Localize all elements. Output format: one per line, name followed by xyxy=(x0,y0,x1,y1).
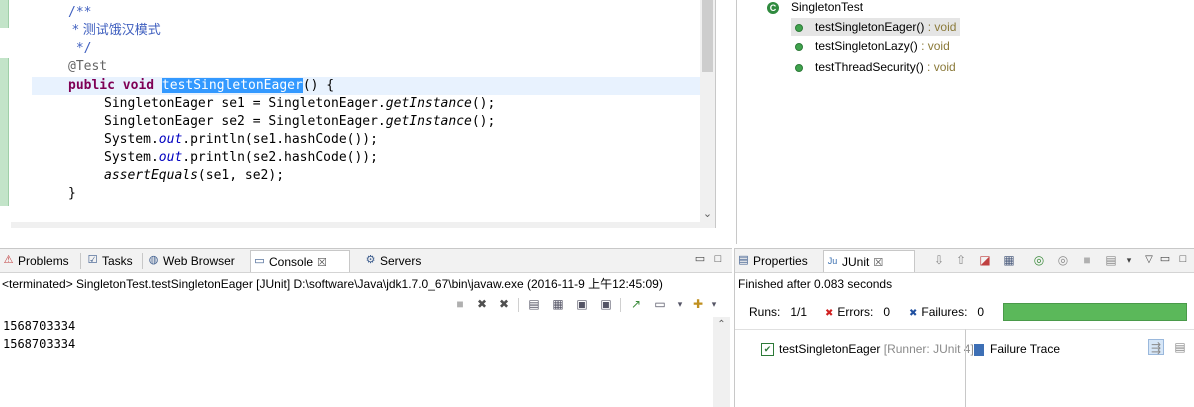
code-line: System.out.println(se1.hashCode()); xyxy=(104,132,378,147)
outline-method-item[interactable]: testSingletonEager() : void xyxy=(791,18,961,36)
terminate-icon[interactable]: ■ xyxy=(452,296,468,312)
quick-diff-marker xyxy=(0,0,9,28)
editor-horizontal-scrollbar[interactable] xyxy=(11,222,700,228)
failure-trace-icon xyxy=(974,343,984,356)
editor-gutter xyxy=(0,0,11,228)
code-line: /** xyxy=(68,5,92,20)
clear-console-icon[interactable]: ▤ xyxy=(526,296,542,312)
stop-icon[interactable]: ■ xyxy=(1079,252,1095,268)
close-icon[interactable]: ☒ xyxy=(317,252,327,274)
runs-counter: Runs: 1/1 xyxy=(749,305,808,319)
filter-stack-trace-icon[interactable]: ⇶ xyxy=(1148,339,1164,355)
failure-icon: ✖ xyxy=(909,308,918,319)
tab-web-browser[interactable]: ◍ Web Browser xyxy=(145,250,239,272)
pin-console-icon[interactable]: ↗ xyxy=(628,296,644,312)
show-failures-only-icon[interactable]: ◪ xyxy=(977,252,993,268)
open-console-icon[interactable]: ✚ xyxy=(690,296,706,312)
tab-junit[interactable]: Ju JUnit ☒ xyxy=(823,250,915,272)
remove-launch-icon[interactable]: ✖ xyxy=(474,296,490,312)
failures-counter: ✖ Failures: 0 xyxy=(909,305,985,319)
test-tree: ✔ testSingletonEager [Runner: JUnit 4] xyxy=(735,329,974,407)
junit-finished-status: Finished after 0.083 seconds xyxy=(738,277,893,291)
scroll-lock-icon[interactable]: ▦ xyxy=(1001,252,1017,268)
tab-problems[interactable]: ⚠ Problems xyxy=(0,250,73,272)
code-line: */ xyxy=(68,41,92,56)
code-line-current: public void testSingletonEager() { xyxy=(32,77,700,95)
problems-icon: ⚠ xyxy=(3,254,14,266)
junit-icon: Ju xyxy=(827,256,838,266)
public-method-icon xyxy=(795,63,803,72)
outline-method-item[interactable]: testThreadSecurity() : void xyxy=(795,58,956,76)
code-line: @Test xyxy=(68,59,108,74)
test-tree-item[interactable]: ✔ testSingletonEager [Runner: JUnit 4] xyxy=(761,340,974,358)
junit-panel: ▤ Properties Ju JUnit ☒ ⇩ ⇧ ◪ ▦ ◎ ◎ ■ ▤ ▾ ▽… xyxy=(734,248,1194,407)
maximize-icon[interactable]: □ xyxy=(712,252,724,266)
code-line: * 测试饿汉模式 xyxy=(68,23,161,38)
next-failure-icon[interactable]: ⇩ xyxy=(931,252,947,268)
tab-servers[interactable]: ⚙ Servers xyxy=(362,250,425,272)
class-icon: C xyxy=(767,1,779,14)
globe-icon: ◍ xyxy=(148,254,159,266)
outline-method-item[interactable]: testSingletonLazy() : void xyxy=(795,37,950,55)
editor-vertical-scrollbar[interactable]: ⌄ xyxy=(700,0,715,228)
code-line: SingletonEager se1 = SingletonEager.getI… xyxy=(104,96,496,111)
scroll-up-icon[interactable]: ⌃ xyxy=(715,319,728,331)
close-icon[interactable]: ☒ xyxy=(873,252,883,274)
scrollbar-thumb[interactable] xyxy=(702,0,713,72)
show-on-stdout-icon[interactable]: ▣ xyxy=(574,296,590,312)
quick-diff-marker xyxy=(0,58,9,206)
console-description: <terminated> SingletonTest.testSingleton… xyxy=(2,277,663,291)
code-editor[interactable]: /** * 测试饿汉模式 */ @Test public void testSi… xyxy=(0,0,716,228)
console-vertical-scrollbar[interactable]: ⌃ xyxy=(713,317,730,407)
error-icon: ✖ xyxy=(825,308,834,319)
compare-results-icon[interactable]: ▤ xyxy=(1172,339,1188,355)
maximize-icon[interactable]: □ xyxy=(1177,252,1189,266)
minimize-icon[interactable]: ▭ xyxy=(1159,252,1171,266)
tab-tasks[interactable]: ☑ Tasks xyxy=(84,250,137,272)
test-passed-icon: ✔ xyxy=(761,343,774,357)
outline-view: C SingletonTest testSingletonEager() : vo… xyxy=(736,0,1194,244)
junit-tab-bar: ▤ Properties Ju JUnit ☒ ⇩ ⇧ ◪ ▦ ◎ ◎ ■ ▤ ▾ ▽… xyxy=(735,249,1194,273)
errors-counter: ✖ Errors: 0 xyxy=(825,305,891,319)
console-tab-bar: ⚠ Problems ☑ Tasks ◍ Web Browser ▭ Console ☒ … xyxy=(0,249,732,273)
public-method-icon xyxy=(795,42,803,51)
tab-properties[interactable]: ▤ Properties xyxy=(735,250,812,272)
selected-method-name: testSingletonEager xyxy=(161,78,303,93)
console-icon: ▭ xyxy=(254,255,265,267)
public-method-icon xyxy=(795,23,803,32)
remove-all-terminated-icon[interactable]: ✖ xyxy=(496,296,512,312)
test-progress-bar xyxy=(1003,303,1187,321)
chevron-down-icon[interactable]: ▾ xyxy=(1121,252,1137,268)
failure-trace-pane: Failure Trace ⇶ ▤ xyxy=(965,329,1194,407)
code-line: assertEquals(se1, se2); xyxy=(104,168,285,183)
test-run-history-icon[interactable]: ▤ xyxy=(1103,252,1119,268)
code-line: SingletonEager se2 = SingletonEager.getI… xyxy=(104,114,496,129)
minimize-icon[interactable]: ▭ xyxy=(694,252,706,266)
previous-failure-icon[interactable]: ⇧ xyxy=(953,252,969,268)
console-panel: ⚠ Problems ☑ Tasks ◍ Web Browser ▭ Console ☒ … xyxy=(0,248,732,407)
view-menu-icon[interactable]: ▽ xyxy=(1141,252,1157,268)
properties-icon: ▤ xyxy=(738,254,749,266)
console-output-line: 1568703334 xyxy=(3,319,76,333)
code-line: System.out.println(se2.hashCode()); xyxy=(104,150,378,165)
outline-class-item[interactable]: C SingletonTest xyxy=(767,0,863,16)
display-console-icon[interactable]: ▭ xyxy=(652,296,668,312)
scroll-down-icon[interactable]: ⌄ xyxy=(702,206,713,222)
chevron-down-icon[interactable]: ▾ xyxy=(672,296,688,312)
failure-trace-header: Failure Trace xyxy=(974,340,1060,358)
rerun-failed-first-icon[interactable]: ◎ xyxy=(1055,252,1071,268)
console-output-line: 1568703334 xyxy=(3,337,76,351)
code-line: } xyxy=(68,186,76,201)
show-on-stderr-icon[interactable]: ▣ xyxy=(598,296,614,312)
servers-icon: ⚙ xyxy=(365,254,376,266)
chevron-down-icon[interactable]: ▾ xyxy=(706,296,722,312)
tasks-icon: ☑ xyxy=(87,254,98,266)
rerun-test-icon[interactable]: ◎ xyxy=(1031,252,1047,268)
tab-console[interactable]: ▭ Console ☒ xyxy=(250,250,350,272)
scroll-lock-icon[interactable]: ▦ xyxy=(550,296,566,312)
